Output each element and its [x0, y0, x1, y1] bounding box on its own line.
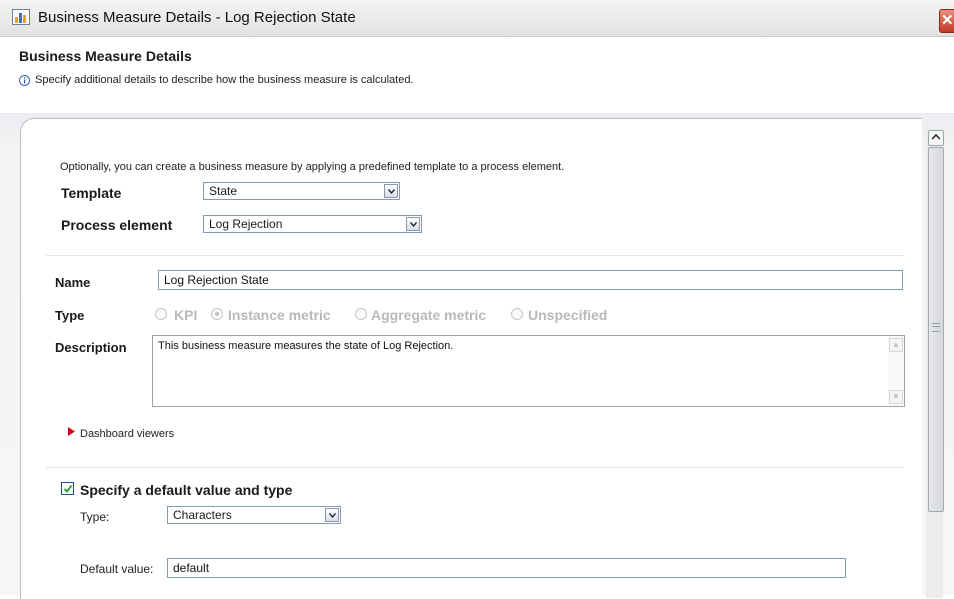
default-type-select[interactable]: Characters — [167, 506, 341, 524]
process-element-label: Process element — [61, 217, 173, 233]
default-value-checkbox[interactable] — [61, 482, 74, 495]
description-textarea[interactable]: This business measure measures the state… — [152, 335, 905, 407]
chevron-up-icon[interactable]: ▲ — [889, 338, 903, 352]
window-titlebar: Business Measure Details - Log Rejection… — [0, 0, 954, 37]
default-value-field[interactable]: default — [167, 558, 846, 578]
chevron-down-icon[interactable] — [384, 184, 398, 198]
type-label: Type — [55, 308, 85, 323]
window-title: Business Measure Details - Log Rejection… — [38, 9, 356, 26]
description-text: This business measure measures the state… — [158, 340, 454, 352]
checkmark-icon — [63, 484, 73, 493]
triangle-right-icon[interactable] — [68, 427, 75, 436]
radio-kpi-label: KPI — [174, 307, 198, 323]
radio-button-icon — [355, 308, 367, 320]
radio-instance-metric-label: Instance metric — [228, 307, 331, 323]
default-value-checkbox-label[interactable]: Specify a default value and type — [80, 482, 292, 498]
template-label: Template — [61, 185, 122, 201]
name-field[interactable]: Log Rejection State — [158, 270, 903, 290]
chevron-down-icon[interactable] — [406, 217, 420, 231]
dashboard-viewers-toggle[interactable]: Dashboard viewers — [80, 428, 174, 440]
name-label: Name — [55, 275, 91, 290]
chevron-up-icon — [931, 133, 941, 140]
radio-button-selected-icon — [211, 308, 223, 320]
header-description: Specify additional details to describe h… — [35, 74, 414, 86]
description-label: Description — [55, 340, 127, 355]
default-type-label: Type: — [80, 510, 110, 524]
default-value-label: Default value: — [80, 562, 154, 576]
template-select[interactable]: State — [203, 182, 400, 200]
template-select-value: State — [209, 184, 238, 198]
info-icon — [19, 75, 30, 86]
close-icon: ✕ — [941, 12, 954, 29]
header-title: Business Measure Details — [19, 48, 192, 64]
radio-button-icon — [511, 308, 523, 320]
scrollbar-thumb[interactable] — [928, 147, 944, 512]
process-element-select-value: Log Rejection — [209, 217, 283, 231]
dialog-header: Business Measure Details Specify additio… — [0, 37, 954, 113]
divider — [46, 467, 904, 468]
grip-icon — [932, 323, 940, 332]
template-intro-text: Optionally, you can create a business me… — [60, 161, 565, 173]
radio-aggregate-metric-label: Aggregate metric — [371, 307, 487, 323]
chevron-down-icon[interactable] — [325, 508, 339, 522]
divider — [46, 255, 904, 256]
radio-unspecified-label: Unspecified — [528, 307, 608, 323]
default-type-select-value: Characters — [173, 508, 232, 522]
radio-button-icon — [155, 308, 167, 320]
close-button[interactable]: ✕ — [939, 9, 954, 33]
description-scrollbar[interactable]: ▲ ▼ — [888, 336, 904, 406]
bar-chart-icon — [12, 9, 30, 25]
scroll-up-button[interactable] — [928, 130, 944, 146]
process-element-select[interactable]: Log Rejection — [203, 215, 422, 233]
chevron-down-icon[interactable]: ▼ — [889, 390, 903, 404]
